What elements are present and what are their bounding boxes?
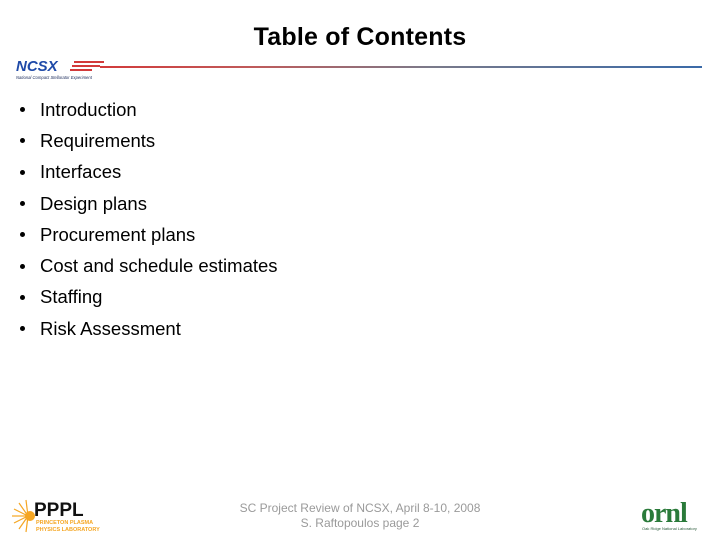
list-item: Risk Assessment [19, 313, 278, 344]
ncsx-logo-text: NCSX [16, 58, 59, 75]
list-item: Procurement plans [19, 219, 278, 250]
bullet-icon [20, 294, 25, 300]
pppl-logo-text: PPPL [34, 500, 84, 521]
ornl-logo-subtitle: Oak Ridge National Laboratory [642, 526, 697, 531]
bullet-icon [20, 138, 25, 144]
pppl-logo-subtitle-2: PHYSICS LABORATORY [36, 527, 100, 533]
header-divider [100, 66, 702, 68]
list-item: Design plans [19, 188, 278, 219]
pppl-logo-icon: PPPL PRINCETON PLASMA PHYSICS LABORATORY [12, 499, 100, 533]
bullet-icon [20, 326, 25, 332]
list-item: Requirements [19, 125, 278, 156]
list-item: Interfaces [19, 157, 278, 188]
pppl-logo-subtitle-1: PRINCETON PLASMA [36, 520, 93, 526]
slide-title: Table of Contents [253, 23, 467, 51]
list-item-label: Staffing [40, 286, 103, 308]
slide-footer: SC Project Review of NCSX, April 8-10, 2… [230, 501, 490, 531]
bullet-icon [20, 201, 25, 207]
bullet-icon [20, 107, 25, 113]
ornl-logo-text: ornl [641, 498, 688, 529]
ncsx-logo-icon: NCSX National Compact Stellarator Experi… [16, 58, 104, 80]
list-item-label: Risk Assessment [40, 317, 181, 339]
footer-line-2: S. Raftopoulos page 2 [300, 516, 420, 530]
list-item-label: Design plans [40, 192, 147, 214]
ncsx-logo-subtitle: National Compact Stellarator Experiment [16, 75, 93, 80]
list-item: Cost and schedule estimates [19, 250, 278, 281]
list-item-label: Requirements [40, 129, 156, 151]
contents-list: Introduction Requirements Interfaces Des… [19, 94, 278, 344]
list-item-label: Procurement plans [40, 223, 196, 245]
ornl-logo-icon: ornl Oak Ridge National Laboratory [641, 498, 697, 531]
bullet-icon [20, 232, 25, 238]
list-item-label: Cost and schedule estimates [40, 255, 278, 277]
list-item: Staffing [19, 282, 278, 313]
list-item-label: Interfaces [40, 161, 122, 183]
list-item: Introduction [19, 94, 278, 125]
bullet-icon [20, 169, 25, 175]
bullet-icon [20, 263, 25, 269]
footer-line-1: SC Project Review of NCSX, April 8-10, 2… [239, 501, 481, 515]
list-item-label: Introduction [40, 98, 137, 120]
